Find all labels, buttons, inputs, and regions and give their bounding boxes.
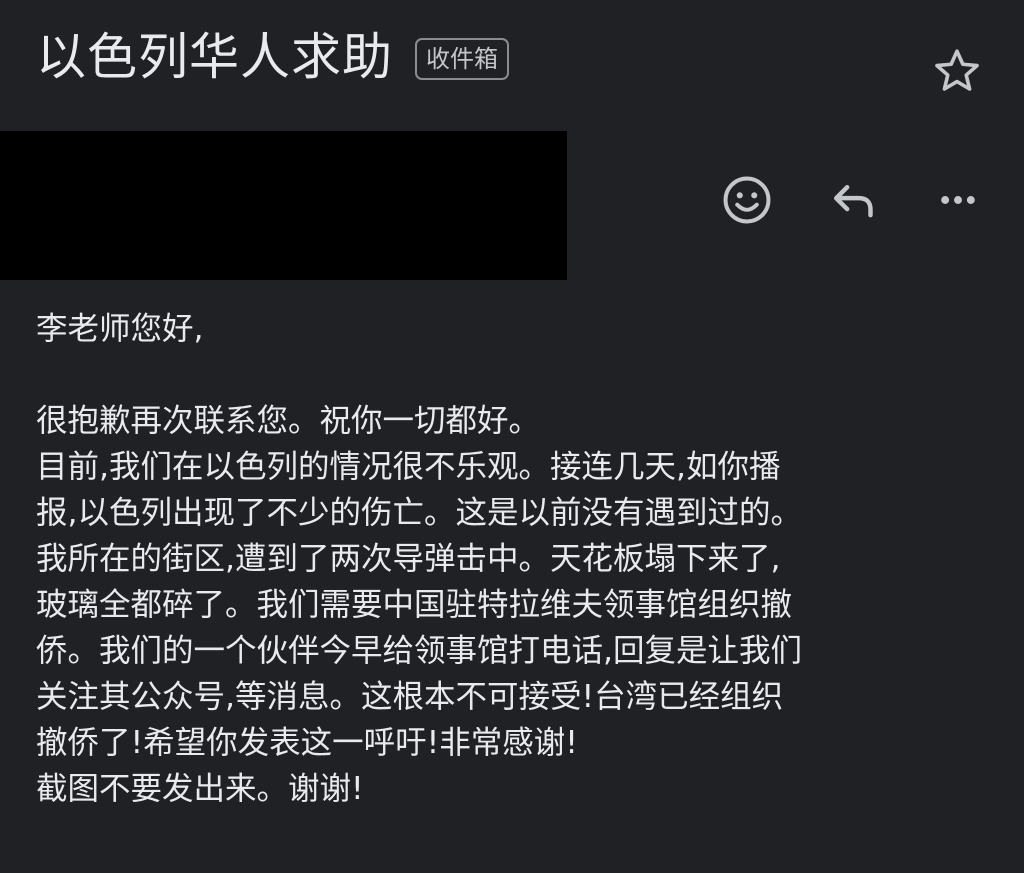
reply-arrow-icon xyxy=(833,184,873,218)
message-body: 李老师您好, 很抱歉再次联系您。祝你一切都好。 目前,我们在以色列的情况很不乐观… xyxy=(36,306,996,812)
body-line: 很抱歉再次联系您。祝你一切都好。 xyxy=(36,403,541,439)
body-line: 我所在的街区,遭到了两次导弹击中。天花板塌下来了, xyxy=(36,541,781,577)
body-line: 关注其公众号,等消息。这根本不可接受!台湾已经组织 xyxy=(36,679,784,715)
body-line: 撤侨了!希望你发表这一呼吁!非常感谢! xyxy=(36,725,578,761)
more-horizontal-icon xyxy=(941,196,975,204)
subject-row: 以色列华人求助 收件箱 xyxy=(36,22,509,92)
body-line: 目前,我们在以色列的情况很不乐观。接连几天,如你播 xyxy=(36,449,781,485)
more-options-button[interactable] xyxy=(930,172,986,228)
body-line: 截图不要发出来。谢谢! xyxy=(36,771,364,807)
body-line: 玻璃全都碎了。我们需要中国驻特拉维夫领事馆组织撤 xyxy=(36,587,793,623)
star-button[interactable] xyxy=(930,44,984,98)
inbox-label-chip[interactable]: 收件箱 xyxy=(415,38,509,80)
smiley-face-icon xyxy=(723,176,771,224)
sender-info-redacted xyxy=(0,131,567,280)
email-subject: 以色列华人求助 xyxy=(36,28,393,86)
greeting-line: 李老师您好, xyxy=(36,311,204,347)
emoji-reaction-button[interactable] xyxy=(719,172,775,228)
body-line: 报,以色列出现了不少的伤亡。这是以前没有遇到过的。 xyxy=(36,495,803,531)
reply-button[interactable] xyxy=(825,172,881,228)
body-line: 侨。我们的一个伙伴今早给领事馆打电话,回复是让我们 xyxy=(36,633,803,669)
star-outline-icon xyxy=(935,49,979,91)
